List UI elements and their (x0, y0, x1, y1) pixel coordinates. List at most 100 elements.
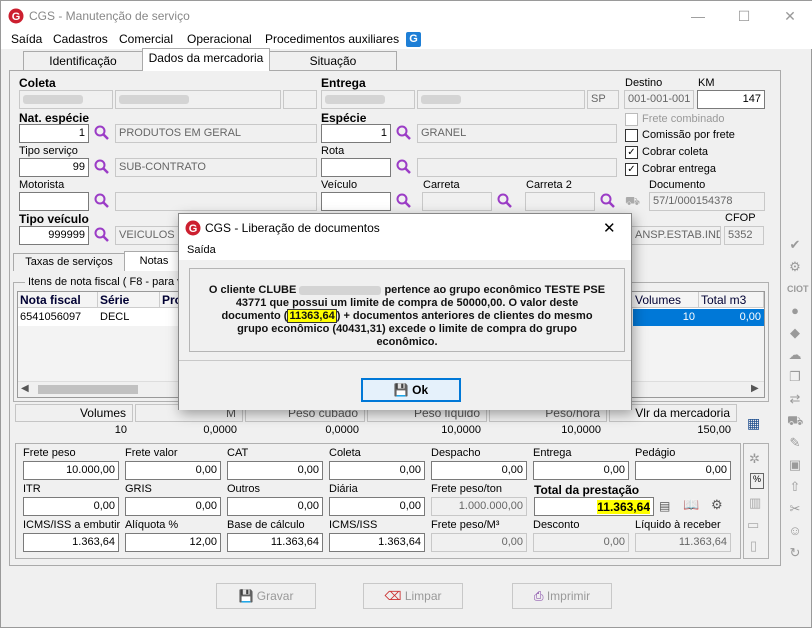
tab-dados-mercadoria[interactable]: Dados da mercadoria (142, 48, 270, 71)
gears-icon[interactable]: ⚙ (711, 497, 729, 513)
map-icon[interactable]: ▣ (787, 457, 803, 473)
check-icon[interactable]: ✔ (787, 237, 803, 253)
gravar-button[interactable]: 💾 Gravar (216, 583, 316, 609)
cost-field[interactable]: 1.363,64 (329, 533, 425, 552)
tipo-servico-code-field[interactable]: 99 (19, 158, 89, 177)
truck-side-icon[interactable]: ⛟ (787, 413, 803, 429)
especie-code-field[interactable]: 1 (321, 124, 391, 143)
chat-icon[interactable]: ▭ (747, 517, 759, 533)
menu-procedimentos[interactable]: Procedimentos auxiliares (265, 32, 399, 46)
search-icon[interactable] (497, 193, 513, 209)
col-total-m3[interactable]: Total m3 (699, 292, 764, 308)
scroll-right-icon[interactable]: ▶ (751, 383, 759, 394)
total-prestacao-field[interactable]: 11.363,64 (534, 497, 654, 516)
menu-comercial[interactable]: Comercial (119, 32, 173, 46)
motorista-desc-field[interactable] (115, 192, 317, 211)
destino-field[interactable]: 001-001-001 (624, 90, 694, 109)
cost-field[interactable]: 0,00 (227, 497, 323, 516)
entrega-code-field[interactable] (321, 90, 415, 109)
help-icon[interactable]: G (406, 32, 421, 47)
search-icon[interactable] (600, 193, 616, 209)
ciot-icon[interactable]: CIOT (787, 281, 809, 297)
table-icon[interactable]: ▤ (659, 499, 675, 513)
cost-field[interactable]: 0,00 (431, 533, 527, 552)
entrega-uf-field[interactable]: SP (587, 90, 619, 109)
scroll-left-icon[interactable]: ◀ (21, 383, 29, 394)
doc-icon[interactable]: ▯ (750, 538, 757, 554)
cost-field[interactable]: 0,00 (635, 461, 731, 480)
especie-desc-field[interactable]: GRANEL (417, 124, 617, 143)
cobrar-entrega-checkbox[interactable]: ✓ (625, 163, 638, 176)
coleta-code-field[interactable] (19, 90, 113, 109)
pin-icon[interactable]: ✎ (787, 435, 803, 451)
search-icon[interactable] (94, 193, 110, 209)
km-field[interactable]: 147 (697, 90, 765, 109)
motorista-code-field[interactable] (19, 192, 89, 211)
search-icon[interactable] (94, 159, 110, 175)
copy-icon[interactable]: ❐ (787, 369, 803, 385)
coleta-name-field[interactable] (115, 90, 281, 109)
search-icon[interactable] (396, 159, 412, 175)
maximize-button[interactable]: ☐ (721, 1, 767, 31)
user-icon[interactable]: ☺ (787, 523, 803, 539)
tool-icon[interactable]: ✂ (787, 501, 803, 517)
search-icon[interactable] (396, 125, 412, 141)
cost-field[interactable]: 0,00 (227, 461, 323, 480)
search-icon[interactable] (94, 227, 110, 243)
upload-icon[interactable]: ⇧ (787, 479, 803, 495)
cost-field[interactable]: 0,00 (329, 497, 425, 516)
imprimir-button[interactable]: ⎙ Imprimir (512, 583, 612, 609)
menu-cadastros[interactable]: Cadastros (53, 32, 108, 46)
carreta2-field[interactable] (525, 192, 595, 211)
ok-button[interactable]: 💾 Ok (361, 378, 461, 402)
search-icon[interactable] (396, 193, 412, 209)
tab-taxas-servicos[interactable]: Taxas de serviços (13, 253, 125, 271)
documento-field[interactable]: 57/1/000154378 (649, 192, 765, 211)
comissao-frete-checkbox[interactable] (625, 129, 638, 142)
menu-operacional[interactable]: Operacional (187, 32, 252, 46)
nat-especie-code-field[interactable]: 1 (19, 124, 89, 143)
cost-field[interactable]: 1.000.000,00 (431, 497, 527, 516)
cost-field[interactable]: 11.363,64 (635, 533, 731, 552)
circle-icon[interactable]: ● (787, 303, 803, 319)
cobrar-coleta-checkbox[interactable]: ✓ (625, 146, 638, 159)
cfop-field[interactable]: 5352 (724, 226, 764, 245)
search-icon[interactable] (94, 125, 110, 141)
carreta-field[interactable] (422, 192, 492, 211)
tipo-veiculo-code-field[interactable]: 999999 (19, 226, 89, 245)
cost-field[interactable]: 0,00 (125, 461, 221, 480)
tipo-servico-desc-field[interactable]: SUB-CONTRATO (115, 158, 317, 177)
rota-code-field[interactable] (321, 158, 391, 177)
cost-field[interactable]: 0,00 (329, 461, 425, 480)
frete-combinado-checkbox[interactable] (625, 113, 638, 126)
dialog-menu-saida[interactable]: Saída (187, 244, 216, 256)
operacao-field[interactable]: ANSP.ESTAB.IND (631, 226, 721, 245)
cost-field[interactable]: 0,00 (431, 461, 527, 480)
tab-situacao[interactable]: Situação (269, 51, 397, 71)
tab-identificacao[interactable]: Identificação (23, 51, 143, 71)
gear-icon[interactable]: ⚙ (787, 259, 803, 275)
cost-field[interactable]: 0,00 (533, 461, 629, 480)
limpar-button[interactable]: ⌫ Limpar (363, 583, 463, 609)
veiculo-field[interactable] (321, 192, 391, 211)
cost-field[interactable]: 0,00 (23, 497, 119, 516)
cost-field[interactable]: 12,00 (125, 533, 221, 552)
calc-small-icon[interactable]: ▥ (749, 495, 761, 511)
col-nota-fiscal[interactable]: Nota fiscal (18, 292, 98, 308)
cost-field[interactable]: 1.363,64 (23, 533, 119, 552)
dialog-close-button[interactable]: ✕ (603, 219, 616, 237)
col-serie[interactable]: Série (98, 292, 160, 308)
refresh-icon[interactable]: ↻ (787, 545, 803, 561)
minimize-button[interactable]: — (675, 1, 721, 31)
cost-field[interactable]: 0,00 (533, 533, 629, 552)
calculator-icon[interactable]: ▦ (747, 415, 767, 433)
cost-field[interactable]: 11.363,64 (227, 533, 323, 552)
menu-saida[interactable]: Saída (11, 32, 42, 46)
rota-desc-field[interactable] (417, 158, 617, 177)
scroll-thumb[interactable] (38, 385, 138, 394)
cloud-icon[interactable]: ☁ (787, 347, 803, 363)
transfer-icon[interactable]: ⇄ (787, 391, 803, 407)
entrega-name-field[interactable] (417, 90, 585, 109)
book-icon[interactable]: 📖 (683, 497, 703, 513)
percent-icon[interactable]: % (750, 473, 764, 489)
